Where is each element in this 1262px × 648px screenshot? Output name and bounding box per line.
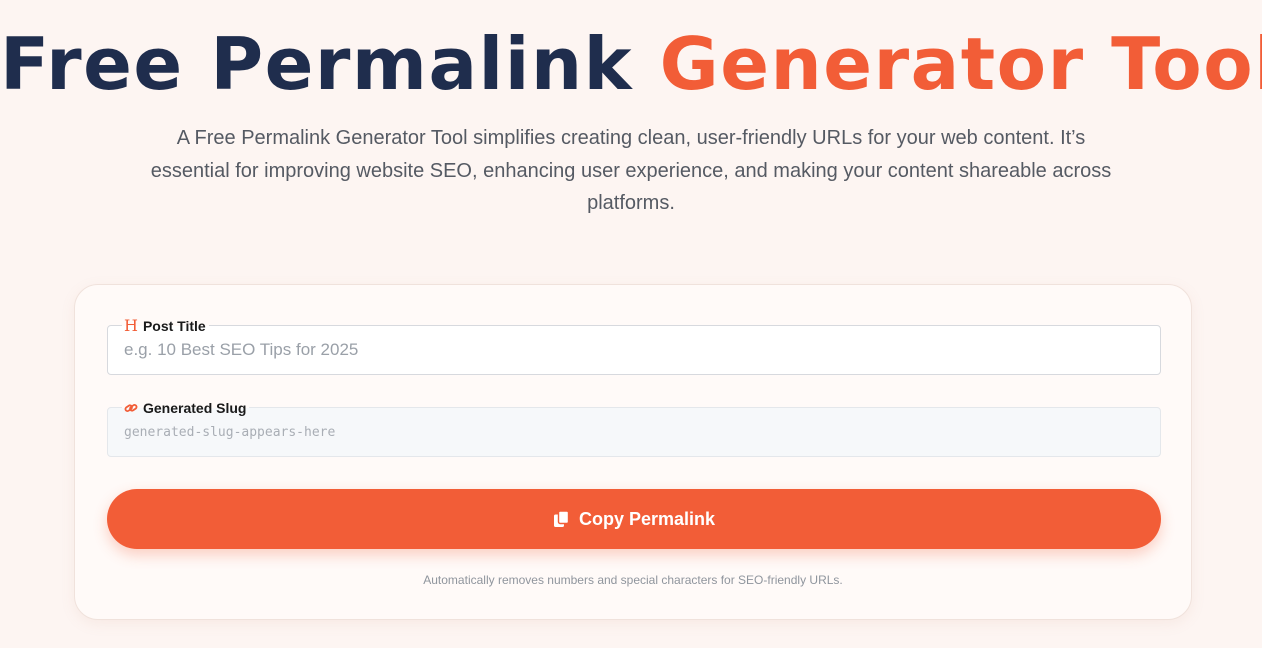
helper-note: Automatically removes numbers and specia… <box>423 573 843 587</box>
post-title-field[interactable]: H Post Title <box>107 316 1161 375</box>
page-title-accent: Generator Tool <box>659 22 1262 106</box>
copy-icon <box>553 510 570 528</box>
page: Free Permalink Generator Tool A Free Per… <box>0 0 1262 648</box>
copy-permalink-label: Copy Permalink <box>578 508 716 529</box>
page-description: A Free Permalink Generator Tool simplifi… <box>150 127 1112 214</box>
page-title: Free Permalink Generator Tool <box>0 22 1262 106</box>
generated-slug-output: generated-slug-appears-here <box>124 424 336 440</box>
generated-slug-field: Generated Slug generated-slug-appears-he… <box>107 398 1161 457</box>
post-title-input[interactable] <box>108 326 1160 374</box>
page-title-primary: Free Permalink <box>0 22 660 106</box>
copy-permalink-button[interactable]: Copy Permalink <box>107 489 1161 549</box>
generator-card: H Post Title Generated Slug generated-sl… <box>74 284 1192 620</box>
